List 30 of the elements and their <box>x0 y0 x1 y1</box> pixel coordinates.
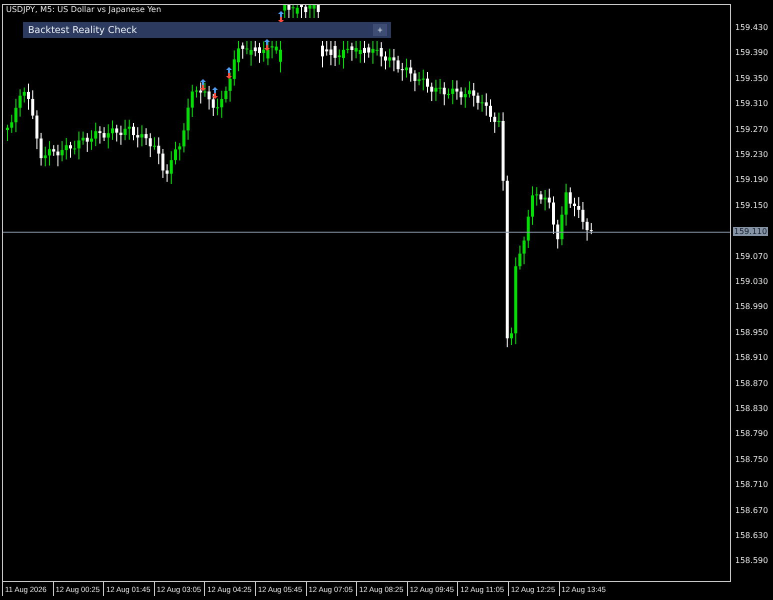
price-label: 158.750 <box>735 454 768 464</box>
trade-arrows-icon <box>200 79 206 91</box>
expand-button[interactable]: + <box>373 24 387 36</box>
price-label: 158.670 <box>735 506 768 515</box>
price-label: 158.590 <box>735 556 768 566</box>
price-label: 159.190 <box>735 175 768 184</box>
price-label: 159.030 <box>735 277 768 286</box>
price-label: 158.990 <box>735 302 768 312</box>
trade-arrows-icon <box>264 39 270 51</box>
price-label: 159.070 <box>735 252 768 261</box>
trade-arrows-icon <box>278 11 284 23</box>
price-label: 159.230 <box>735 150 768 159</box>
price-label: 158.710 <box>735 480 768 490</box>
trade-arrows-icon <box>212 87 218 99</box>
price-label: 158.630 <box>735 531 768 540</box>
trade-arrows-icon <box>226 67 232 79</box>
price-label: 159.270 <box>735 124 768 134</box>
price-label: 159.350 <box>735 74 768 83</box>
chart-title: USDJPY, M5: US Dollar vs Japanese Yen <box>6 5 162 14</box>
price-label: 159.150 <box>735 200 768 210</box>
price-label: 158.910 <box>735 353 768 362</box>
price-label: 159.390 <box>735 48 768 58</box>
price-label: 159.310 <box>735 99 768 108</box>
price-label: 158.870 <box>735 378 768 388</box>
price-label: 159.430 <box>735 23 768 32</box>
price-label: 158.790 <box>735 429 768 438</box>
price-label: 158.830 <box>735 404 768 413</box>
current-price-label: 159.110 <box>733 227 768 236</box>
panel-title: Backtest Reality Check <box>28 24 138 36</box>
price-label: 158.950 <box>735 328 768 337</box>
